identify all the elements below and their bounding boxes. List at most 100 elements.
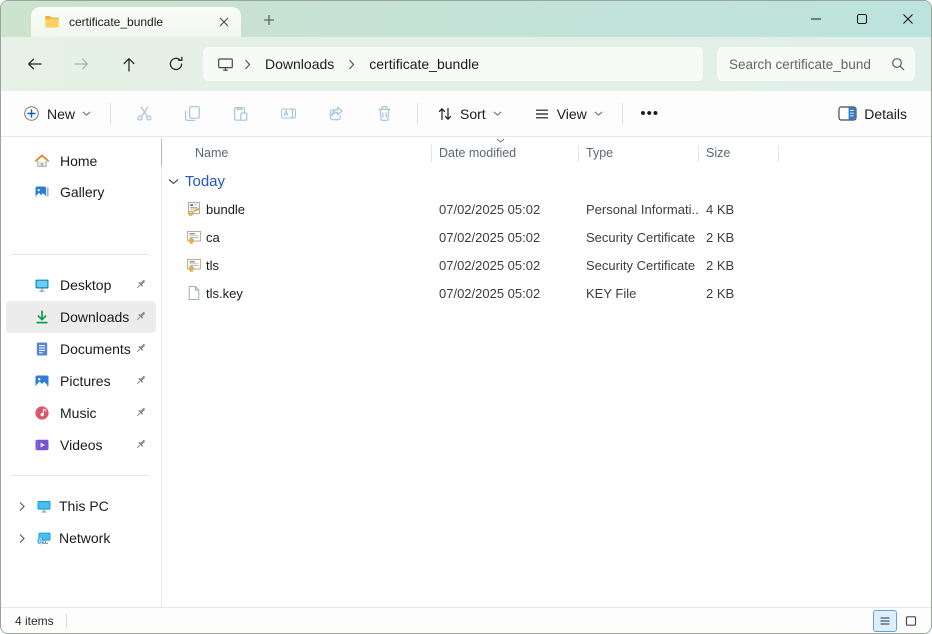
close-tab-button[interactable] <box>213 11 235 33</box>
file-type: Security Certificate <box>579 230 699 245</box>
sidebar-item-network[interactable]: Network <box>6 522 156 554</box>
column-header-size[interactable]: Size <box>706 146 730 160</box>
pin-icon <box>133 373 148 388</box>
sidebar-item-label: Documents <box>60 341 131 357</box>
maximize-button[interactable] <box>839 1 885 37</box>
up-button[interactable] <box>105 46 152 82</box>
home-icon <box>34 153 50 169</box>
file-row-ca[interactable]: ca 07/02/2025 05:02 Security Certificate… <box>162 223 923 251</box>
column-separator <box>778 145 779 162</box>
column-separator <box>578 145 579 162</box>
file-explorer-window: certificate_bundle <box>0 0 932 634</box>
explorer-body: Home Gallery Desktop <box>1 137 931 607</box>
share-button[interactable] <box>312 96 360 132</box>
sidebar-item-label: Gallery <box>60 184 104 200</box>
sidebar-spacer <box>1 255 161 269</box>
music-icon <box>34 405 50 421</box>
this-pc-monitor-icon[interactable] <box>213 56 238 72</box>
file-name: tls <box>206 258 432 273</box>
new-button[interactable]: New <box>13 96 101 132</box>
forward-button[interactable] <box>58 46 105 82</box>
column-header-type[interactable]: Type <box>586 146 613 160</box>
file-row-bundle[interactable]: bundle 07/02/2025 05:02 Personal Informa… <box>162 195 923 223</box>
file-name: bundle <box>206 202 432 217</box>
address-bar[interactable]: Downloads certificate_bundle <box>203 47 703 81</box>
copy-button[interactable] <box>168 96 216 132</box>
view-button[interactable]: View <box>524 96 613 132</box>
file-type: Security Certificate <box>579 258 699 273</box>
plus-circle-icon <box>23 105 40 122</box>
cut-button[interactable] <box>120 96 168 132</box>
breadcrumb-downloads[interactable]: Downloads <box>257 53 342 75</box>
security-certificate-icon <box>186 229 206 245</box>
column-separator <box>431 145 432 162</box>
search-input[interactable] <box>729 57 891 72</box>
more-options-label: ••• <box>640 105 659 122</box>
folder-icon <box>44 14 60 30</box>
chevron-right-icon[interactable] <box>15 533 29 544</box>
column-separator <box>698 145 699 162</box>
navigation-bar: Downloads certificate_bundle <box>1 37 931 91</box>
file-date-modified: 07/02/2025 05:02 <box>432 230 579 245</box>
tab-title: certificate_bundle <box>69 15 204 29</box>
refresh-button[interactable] <box>152 46 199 82</box>
new-button-label: New <box>47 106 75 122</box>
sidebar-item-label: Music <box>60 405 97 421</box>
sidebar-item-this-pc[interactable]: This PC <box>6 490 156 522</box>
file-name: tls.key <box>206 286 432 301</box>
search-box <box>717 47 915 81</box>
pictures-icon <box>34 373 50 389</box>
new-tab-button[interactable] <box>257 8 281 32</box>
pin-icon <box>133 277 148 292</box>
toolbar-divider <box>622 103 623 125</box>
file-list-pane: Name Date modified Type Size Today <box>162 137 931 607</box>
paste-button[interactable] <box>216 96 264 132</box>
toolbar-divider <box>110 103 111 125</box>
pin-icon <box>133 405 148 420</box>
file-rows: bundle 07/02/2025 05:02 Personal Informa… <box>162 195 923 307</box>
file-date-modified: 07/02/2025 05:02 <box>432 286 579 301</box>
this-pc-icon <box>36 498 52 514</box>
sidebar-item-videos[interactable]: Videos <box>6 429 156 461</box>
sort-indicator-icon <box>496 138 505 144</box>
file-date-modified: 07/02/2025 05:02 <box>432 258 579 273</box>
sidebar-item-pictures[interactable]: Pictures <box>6 365 156 397</box>
status-divider <box>66 614 67 628</box>
network-icon <box>36 530 52 546</box>
more-options-button[interactable]: ••• <box>632 96 668 132</box>
sidebar-item-music[interactable]: Music <box>6 397 156 429</box>
explorer-tab[interactable]: certificate_bundle <box>31 7 241 37</box>
details-view-toggle[interactable] <box>873 610 897 632</box>
close-window-button[interactable] <box>885 1 931 37</box>
file-row-tls-key[interactable]: tls.key 07/02/2025 05:02 KEY File 2 KB <box>162 279 923 307</box>
details-pane-icon <box>838 106 857 121</box>
file-row-tls[interactable]: tls 07/02/2025 05:02 Security Certificat… <box>162 251 923 279</box>
sidebar-item-home[interactable]: Home <box>6 145 156 176</box>
desktop-icon <box>34 277 50 293</box>
sidebar-item-desktop[interactable]: Desktop <box>6 269 156 301</box>
breadcrumb-chevron-icon <box>242 59 253 70</box>
minimize-button[interactable] <box>793 1 839 37</box>
tab-bar: certificate_bundle <box>1 1 931 37</box>
sort-button-label: Sort <box>460 106 486 122</box>
downloads-icon <box>34 309 50 325</box>
rename-button[interactable] <box>264 96 312 132</box>
back-button[interactable] <box>11 46 58 82</box>
file-type: Personal Informati... <box>579 202 699 217</box>
icons-view-toggle[interactable] <box>899 610 923 632</box>
sidebar-item-gallery[interactable]: Gallery <box>6 176 156 207</box>
sidebar-item-documents[interactable]: Documents <box>6 333 156 365</box>
details-pane-button[interactable]: Details <box>828 96 917 132</box>
breadcrumb-chevron-icon <box>346 59 357 70</box>
delete-button[interactable] <box>360 96 408 132</box>
chevron-right-icon[interactable] <box>15 501 29 512</box>
group-header-today[interactable]: Today <box>168 173 225 190</box>
column-header-date-modified[interactable]: Date modified <box>439 146 516 160</box>
sidebar-item-downloads[interactable]: Downloads <box>6 301 156 333</box>
key-file-icon <box>186 285 206 301</box>
sort-button[interactable]: Sort <box>427 96 512 132</box>
breadcrumb-certificate-bundle[interactable]: certificate_bundle <box>361 53 487 75</box>
pin-icon <box>133 437 148 452</box>
column-header-name[interactable]: Name <box>195 146 228 160</box>
sort-arrows-icon <box>437 106 453 122</box>
